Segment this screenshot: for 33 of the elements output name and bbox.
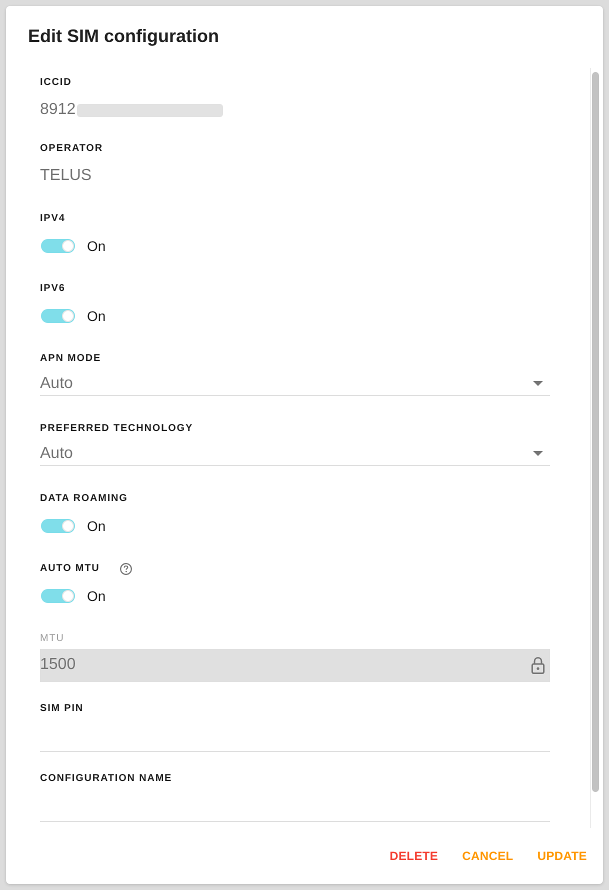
field-value: TELUS	[40, 166, 92, 186]
field-label: PREFERRED TECHNOLOGY	[40, 422, 194, 436]
toggle-state-label: On	[87, 237, 106, 256]
help-icon[interactable]	[120, 563, 132, 575]
field-label: MTU	[40, 632, 64, 646]
dialog-title: Edit SIM configuration	[27, 25, 220, 48]
field-value: 8912	[40, 100, 76, 120]
field-label: AUTO MTU	[40, 562, 100, 576]
toggle-switch[interactable]	[41, 519, 75, 533]
field-label: CONFIGURATION NAME	[40, 772, 172, 786]
action-button[interactable]: DELETE	[382, 841, 446, 871]
field-label: APN MODE	[40, 352, 102, 366]
caret-icon	[533, 451, 543, 456]
lock-icon	[531, 656, 545, 674]
field-label: OPERATOR	[40, 142, 103, 156]
field-label: IPV6	[40, 282, 66, 296]
toggle-state-label: On	[87, 307, 106, 326]
toggle-switch[interactable]	[41, 589, 75, 603]
select-field[interactable]: Auto	[40, 442, 550, 466]
scrollbar-thumb[interactable]	[592, 72, 599, 792]
input-field: 1500	[40, 649, 550, 682]
field-label: IPV4	[40, 212, 66, 226]
toggle-state-label: On	[87, 517, 106, 536]
toggle-state-label: On	[87, 587, 106, 606]
caret-icon	[533, 381, 543, 386]
toggle-switch[interactable]	[41, 309, 75, 323]
toggle-switch[interactable]	[41, 239, 75, 253]
action-button[interactable]: CANCEL	[454, 841, 522, 871]
field-label: DATA ROAMING	[40, 492, 128, 506]
action-button[interactable]: UPDATE	[529, 841, 595, 871]
field-label: SIM PIN	[40, 702, 84, 716]
field-label: ICCID	[40, 76, 72, 90]
select-field[interactable]: Auto	[40, 372, 550, 396]
